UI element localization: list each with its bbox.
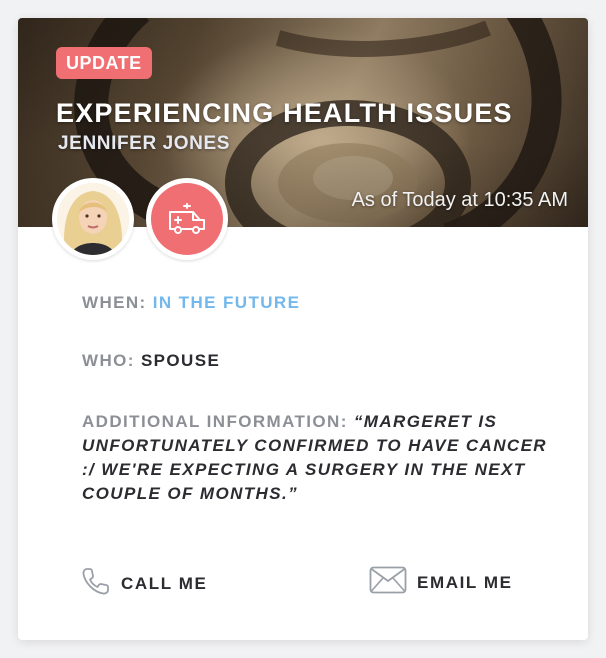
additional-info-field: ADDITIONAL INFORMATION: “MARGERET IS UNF…	[82, 410, 562, 506]
additional-info-label: ADDITIONAL INFORMATION:	[82, 412, 348, 431]
email-me-button[interactable]: EMAIL ME	[369, 566, 513, 599]
user-avatar-icon	[57, 183, 129, 255]
person-name: JENNIFER JONES	[58, 133, 231, 154]
who-field: WHO: SPOUSE	[82, 351, 220, 371]
who-value: SPOUSE	[140, 351, 221, 370]
card-title: EXPERIENCING HEALTH ISSUES	[56, 98, 513, 128]
phone-icon	[81, 566, 111, 601]
when-value: IN THE FUTURE	[152, 293, 301, 312]
update-card: UPDATE EXPERIENCING HEALTH ISSUES JENNIF…	[18, 18, 588, 640]
who-label: WHO:	[82, 351, 135, 370]
when-field: WHEN: IN THE FUTURE	[82, 293, 300, 313]
category-badge	[146, 178, 228, 260]
call-me-label: CALL ME	[121, 573, 208, 593]
when-label: WHEN:	[82, 293, 147, 312]
envelope-icon	[369, 566, 407, 599]
avatar[interactable]	[52, 178, 134, 260]
timestamp: As of Today at 10:35 AM	[351, 189, 568, 211]
update-badge: UPDATE	[56, 47, 152, 79]
call-me-button[interactable]: CALL ME	[81, 566, 207, 601]
ambulance-icon	[151, 183, 223, 255]
email-me-label: EMAIL ME	[417, 572, 513, 592]
